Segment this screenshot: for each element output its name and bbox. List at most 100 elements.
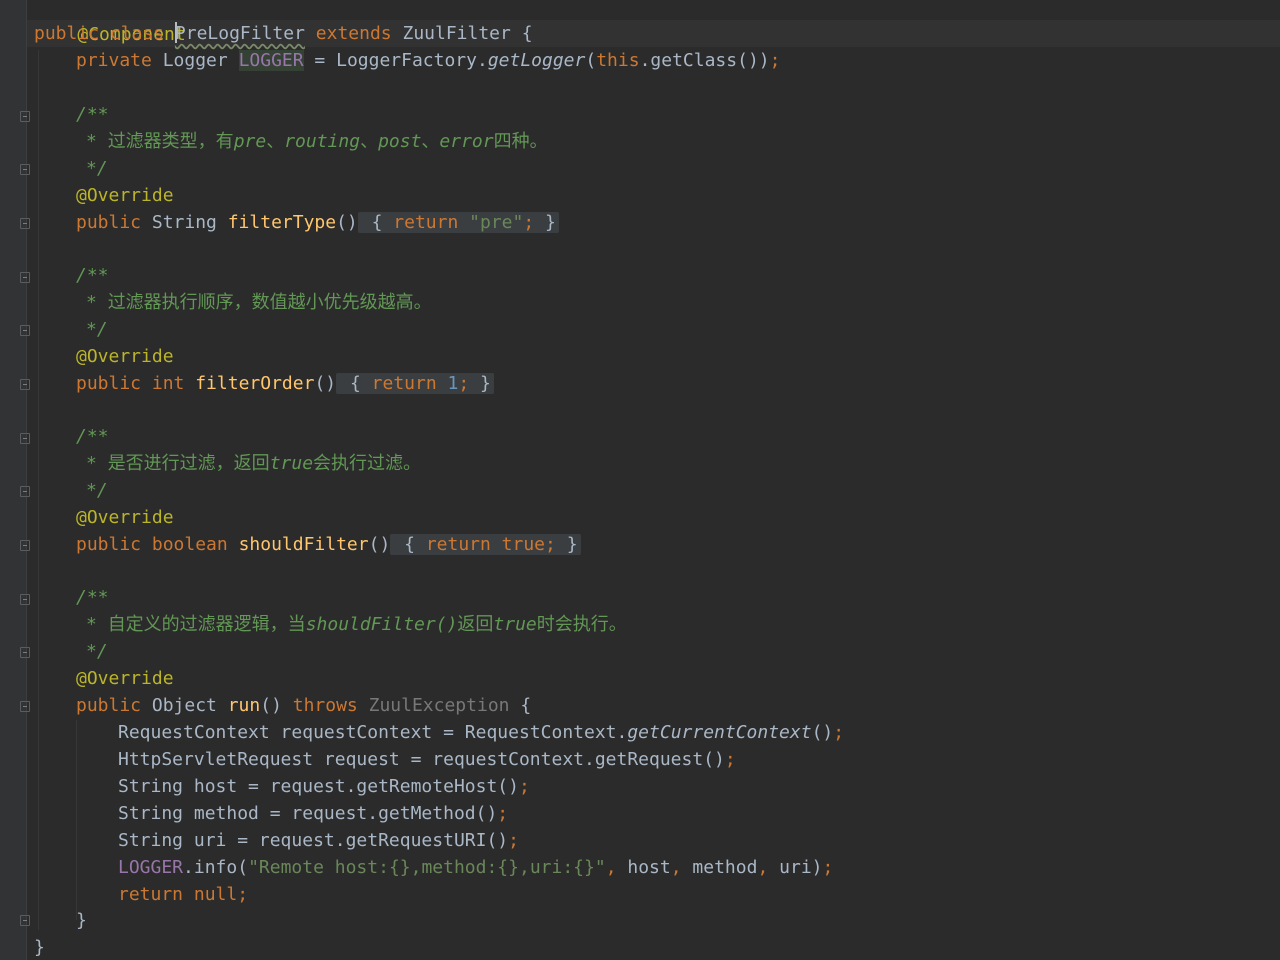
doc-comment-text: post bbox=[378, 131, 422, 152]
field-name: LOGGER bbox=[238, 50, 304, 71]
doc-comment-line[interactable]: /** bbox=[76, 423, 109, 450]
doc-comment-line[interactable]: */ bbox=[86, 638, 108, 665]
doc-comment-line[interactable]: * 过滤器执行顺序，数值越小优先级越高。 bbox=[86, 289, 432, 316]
code-text: { bbox=[393, 534, 426, 555]
doc-comment-text: 、 bbox=[360, 131, 379, 152]
keyword: public bbox=[76, 212, 152, 233]
keyword: return true bbox=[425, 534, 546, 555]
fold-icon[interactable] bbox=[20, 325, 30, 336]
folded-body[interactable]: { return 1; } bbox=[336, 373, 494, 394]
static-method-call: getCurrentContext bbox=[627, 722, 812, 743]
fold-icon[interactable] bbox=[20, 272, 30, 283]
editor-gutter[interactable] bbox=[0, 0, 26, 960]
folded-body[interactable]: { return true; } bbox=[390, 534, 581, 555]
fold-icon[interactable] bbox=[20, 164, 30, 175]
code-line[interactable]: String method = request.getMethod(); bbox=[118, 800, 508, 827]
class-name: PreLogFilter bbox=[174, 23, 305, 44]
doc-comment-line[interactable]: */ bbox=[86, 477, 108, 504]
doc-comment-line[interactable]: /** bbox=[76, 584, 109, 611]
doc-comment-start: /** bbox=[76, 587, 109, 608]
code-text: } bbox=[555, 534, 578, 555]
annotation: @Override bbox=[76, 668, 174, 689]
comma: , bbox=[757, 857, 780, 878]
fold-icon[interactable] bbox=[20, 433, 30, 444]
static-method-call: getLogger bbox=[487, 50, 586, 71]
doc-comment-text: * bbox=[86, 131, 108, 152]
code-line[interactable]: } bbox=[76, 907, 87, 934]
semicolon: ; bbox=[237, 884, 249, 905]
doc-comment-line[interactable]: * 自定义的过滤器逻辑，当shouldFilter()返回true时会执行。 bbox=[86, 611, 627, 638]
indent-guide bbox=[76, 720, 77, 920]
doc-comment-end: */ bbox=[86, 158, 108, 179]
doc-comment-text: 时会执行。 bbox=[536, 614, 627, 635]
string-literal: "Remote host:{},method:{},uri:{}" bbox=[248, 857, 606, 878]
folded-body[interactable]: { return "pre"; } bbox=[357, 212, 559, 233]
keyword: throws bbox=[292, 695, 369, 716]
code-text: RequestContext requestContext = RequestC… bbox=[118, 722, 628, 743]
code-line[interactable]: String host = request.getRemoteHost(); bbox=[118, 773, 530, 800]
code-line[interactable]: } bbox=[34, 934, 45, 960]
code-line[interactable]: return null; bbox=[118, 881, 248, 908]
doc-comment-line[interactable]: * 是否进行过滤，返回true会执行过滤。 bbox=[86, 450, 421, 477]
doc-comment-line[interactable]: /** bbox=[76, 101, 109, 128]
keyword: return null bbox=[118, 884, 238, 905]
code-line[interactable]: HttpServletRequest request = requestCont… bbox=[118, 746, 736, 773]
code-text: HttpServletRequest request = requestCont… bbox=[118, 749, 725, 770]
code-line[interactable]: @Component bbox=[34, 0, 185, 45]
fold-icon[interactable] bbox=[20, 701, 30, 712]
code-text: uri) bbox=[779, 857, 823, 878]
doc-comment-line[interactable]: /** bbox=[76, 262, 109, 289]
doc-comment-line[interactable]: */ bbox=[86, 155, 108, 182]
doc-comment-text: error bbox=[439, 131, 494, 152]
code-line[interactable]: @Override bbox=[76, 343, 174, 370]
semicolon: ; bbox=[458, 373, 470, 394]
code-text: .getClass()) bbox=[639, 50, 770, 71]
comma: , bbox=[670, 857, 693, 878]
code-line[interactable]: @Override bbox=[76, 504, 174, 531]
doc-comment-line[interactable]: * 过滤器类型，有pre、routing、post、error四种。 bbox=[86, 128, 548, 155]
doc-comment-text: * bbox=[86, 614, 108, 635]
doc-comment-text: 是否进行过滤，返回 bbox=[107, 453, 270, 474]
semicolon: ; bbox=[508, 830, 519, 851]
fold-icon[interactable] bbox=[20, 218, 30, 229]
fold-icon[interactable] bbox=[20, 915, 30, 926]
doc-comment-text: 过滤器执行顺序，数值越小优先级越高。 bbox=[107, 292, 432, 313]
code-line[interactable]: String uri = request.getRequestURI(); bbox=[118, 827, 519, 854]
doc-comment-text: 四种。 bbox=[493, 131, 548, 152]
code-text: () bbox=[368, 534, 391, 555]
code-line[interactable]: @Override bbox=[76, 665, 174, 692]
code-text: .info( bbox=[183, 857, 249, 878]
doc-comment-end: */ bbox=[86, 480, 108, 501]
keyword: extends bbox=[304, 23, 403, 44]
doc-comment-text: 、 bbox=[266, 131, 285, 152]
code-line[interactable]: public int filterOrder() { return 1; } bbox=[76, 370, 494, 397]
closing-brace: } bbox=[76, 910, 87, 931]
fold-icon[interactable] bbox=[20, 379, 30, 390]
semicolon: ; bbox=[518, 776, 530, 797]
fold-icon[interactable] bbox=[20, 540, 30, 551]
code-line[interactable]: public String filterType() { return "pre… bbox=[76, 209, 559, 236]
doc-comment-text: 自定义的过滤器逻辑，当 bbox=[107, 614, 306, 635]
code-line[interactable]: @Override bbox=[76, 182, 174, 209]
fold-icon[interactable] bbox=[20, 594, 30, 605]
doc-comment-line[interactable]: */ bbox=[86, 316, 108, 343]
doc-comment-start: /** bbox=[76, 265, 109, 286]
code-line[interactable]: public boolean shouldFilter() { return t… bbox=[76, 531, 581, 558]
code-line[interactable]: public class PreLogFilter extends ZuulFi… bbox=[34, 20, 533, 47]
fold-icon[interactable] bbox=[20, 111, 30, 122]
type-name: Logger bbox=[162, 50, 239, 71]
code-text: method bbox=[692, 857, 758, 878]
indent-guide bbox=[38, 50, 39, 930]
closing-brace: } bbox=[34, 937, 45, 958]
superclass: ZuulFilter { bbox=[402, 23, 533, 44]
fold-icon[interactable] bbox=[20, 647, 30, 658]
code-text: } bbox=[469, 373, 491, 394]
code-line[interactable]: public Object run() throws ZuulException… bbox=[76, 692, 531, 719]
code-editor[interactable]: @Component public class PreLogFilter ext… bbox=[0, 0, 1280, 960]
annotation: @Override bbox=[76, 507, 174, 528]
code-line[interactable]: private Logger LOGGER = LoggerFactory.ge… bbox=[76, 47, 780, 74]
code-line[interactable]: RequestContext requestContext = RequestC… bbox=[118, 719, 844, 746]
fold-icon[interactable] bbox=[20, 486, 30, 497]
semicolon: ; bbox=[724, 749, 736, 770]
code-line[interactable]: LOGGER.info("Remote host:{},method:{},ur… bbox=[118, 854, 833, 881]
